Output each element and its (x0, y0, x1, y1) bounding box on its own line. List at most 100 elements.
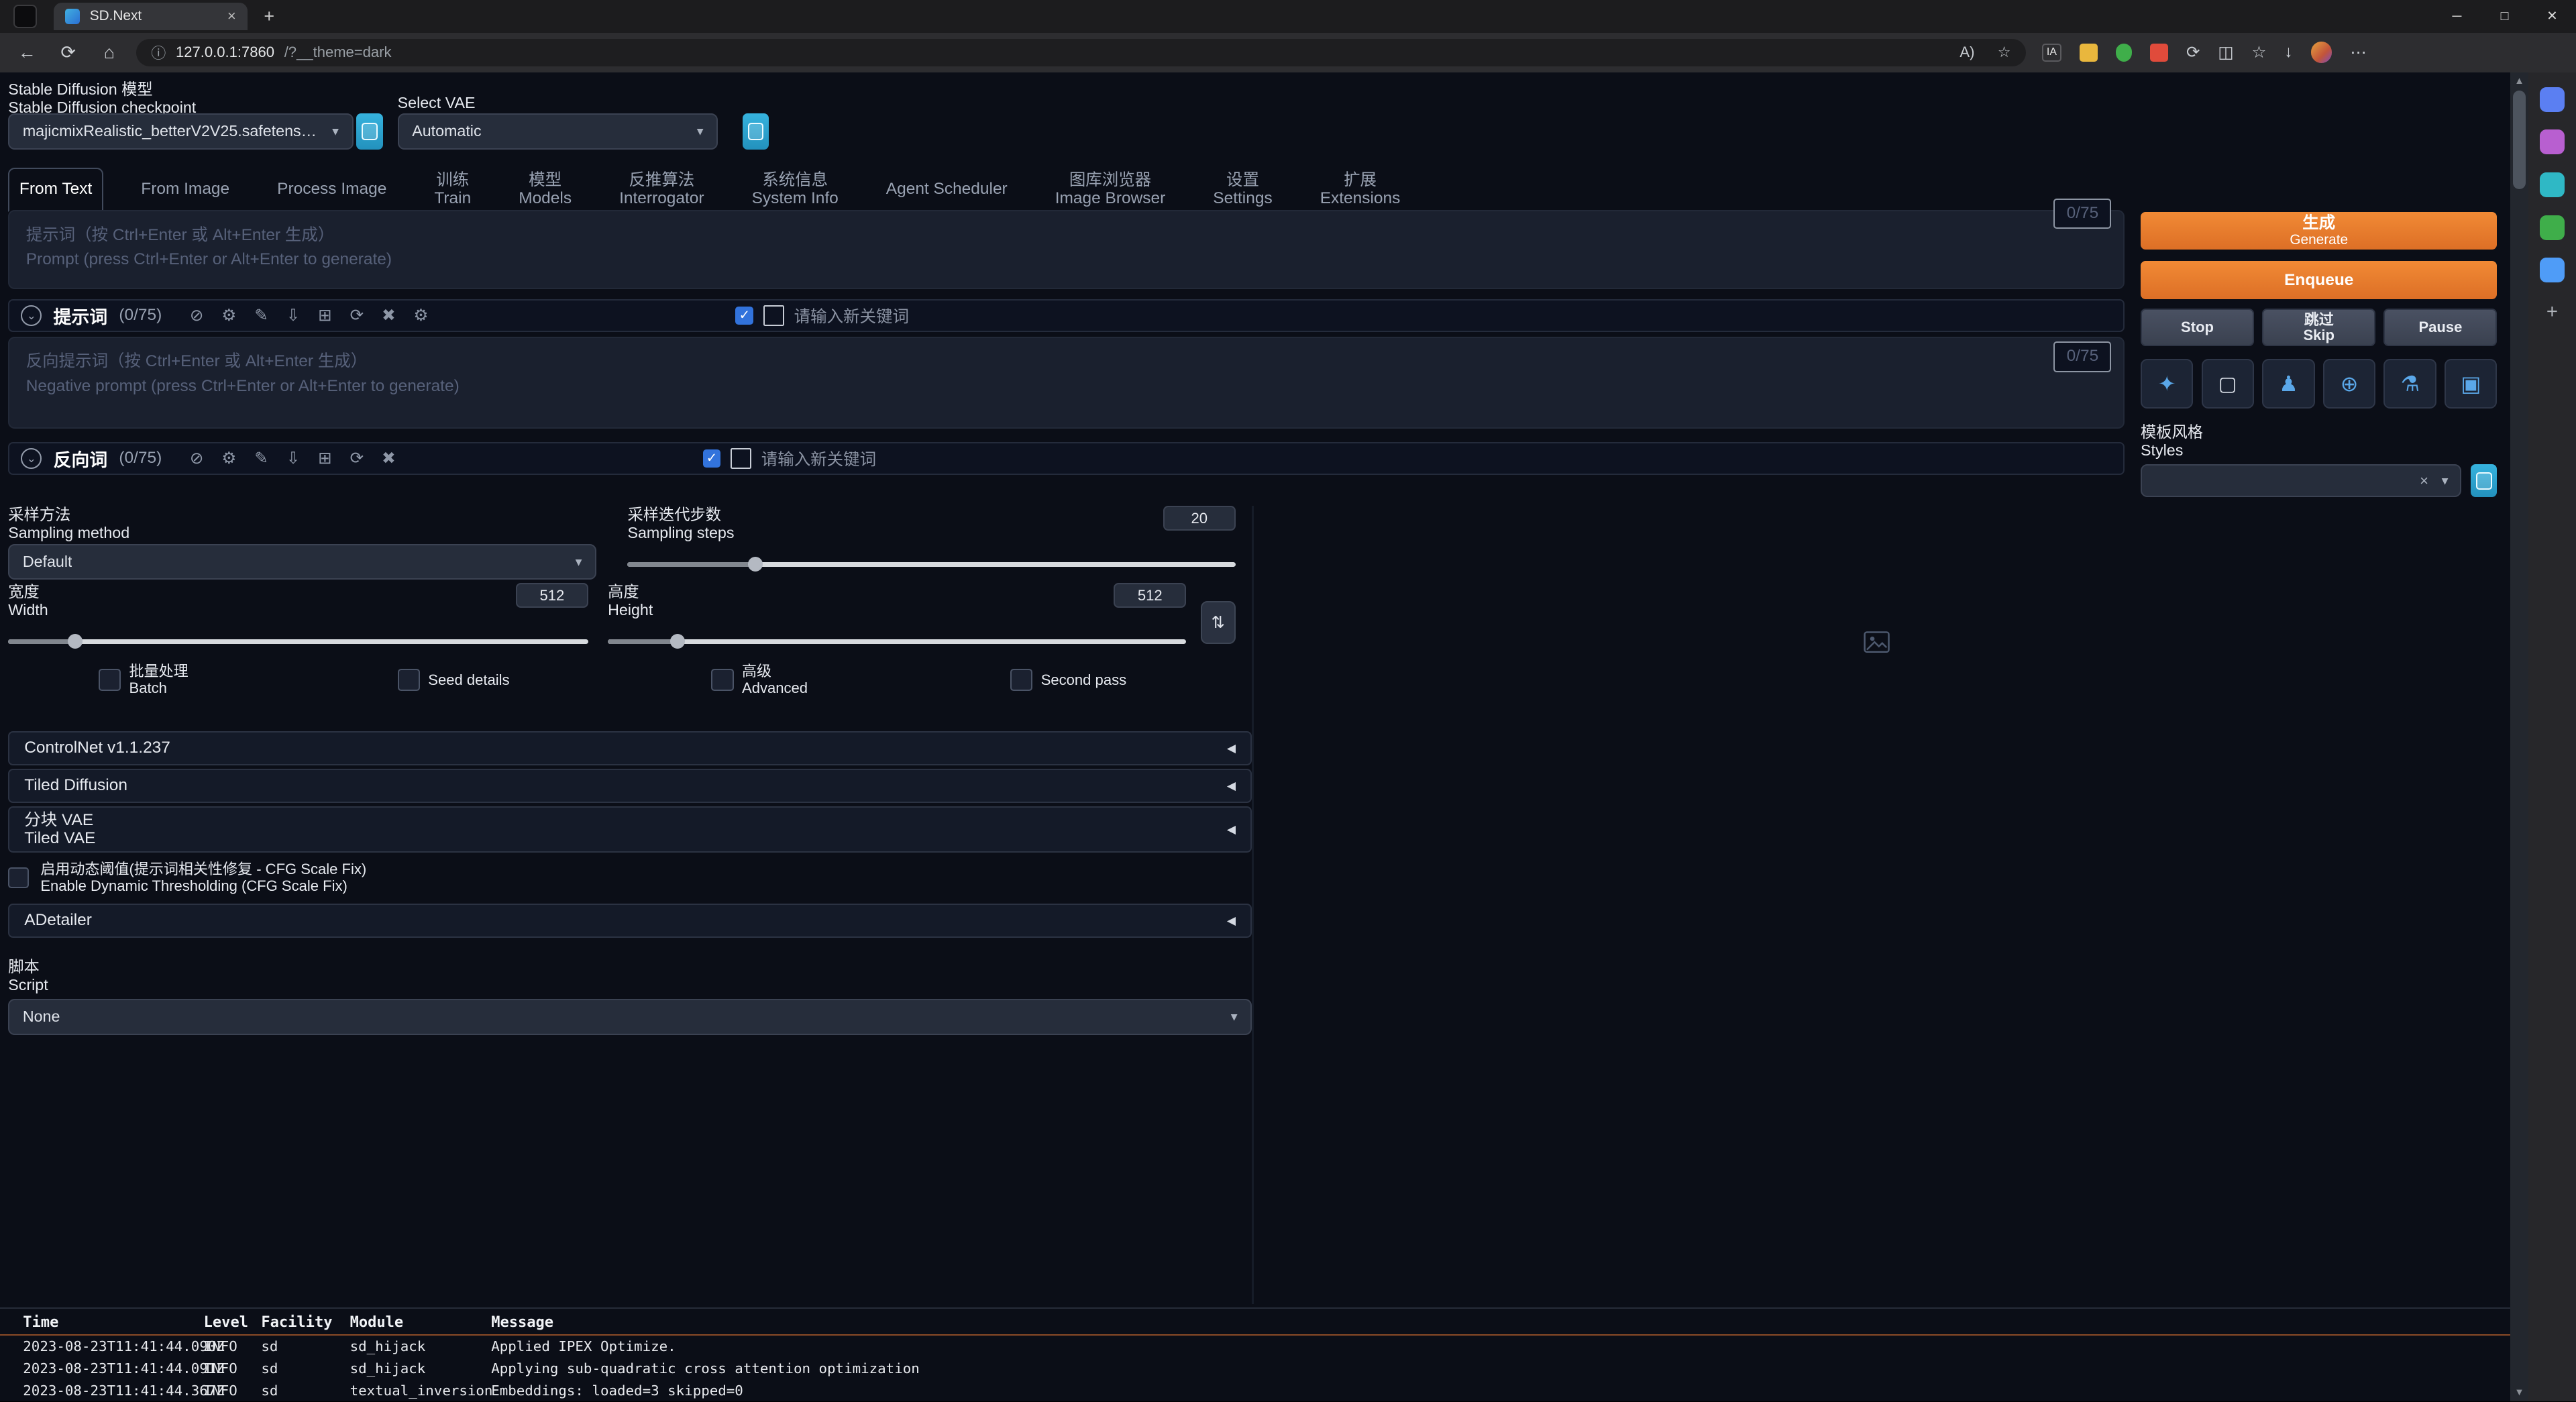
browser-tab[interactable]: SD.Next × (54, 3, 248, 31)
second-pass-checkbox[interactable]: Second pass (1010, 665, 1126, 695)
tab-image-browser[interactable]: 图库浏览器Image Browser (1045, 168, 1175, 212)
refresh-icon[interactable]: ⟳ (350, 305, 364, 325)
gear-icon[interactable]: ⚙ (221, 448, 236, 468)
scroll-up-icon[interactable]: ▲ (2510, 76, 2528, 87)
edit-icon[interactable]: ✎ (254, 448, 268, 468)
tab-system-info[interactable]: 系统信息System Info (742, 168, 849, 212)
height-slider[interactable] (608, 639, 1186, 644)
home-icon[interactable]: ⌂ (89, 42, 129, 63)
checkbox-icon[interactable] (99, 669, 121, 691)
pause-button[interactable]: Pause (2383, 309, 2497, 345)
tab-process-image[interactable]: Process Image (267, 168, 396, 212)
styles-select[interactable]: × ▾ (2141, 464, 2461, 497)
slider-handle[interactable] (68, 634, 83, 649)
image-icon[interactable]: ▣ (2445, 359, 2497, 408)
sync-icon[interactable]: ⟳ (2186, 42, 2200, 62)
enqueue-button[interactable]: Enqueue (2141, 261, 2497, 299)
stop-button[interactable]: Stop (2141, 309, 2254, 345)
extension-red-icon[interactable] (2150, 44, 2168, 62)
profile-avatar[interactable] (2311, 42, 2332, 63)
accordion-tiled-vae[interactable]: 分块 VAETiled VAE ◀ (8, 806, 1252, 853)
keyword-placeholder[interactable]: 请输入新关键词 (794, 304, 909, 327)
extension-ia-icon[interactable]: IA (2042, 44, 2061, 62)
tab-settings[interactable]: 设置Settings (1203, 168, 1283, 212)
width-slider[interactable] (8, 639, 588, 644)
tab-extensions[interactable]: 扩展Extensions (1310, 168, 1410, 212)
sidebar-app-3-icon[interactable] (2540, 172, 2565, 197)
vae-select[interactable]: Automatic ▾ (398, 113, 718, 150)
refresh-icon[interactable]: ⟳ (350, 448, 364, 468)
advanced-checkbox[interactable]: 高级Advanced (711, 665, 808, 695)
circle-slash-icon[interactable]: ⊘ (190, 305, 204, 325)
checkbox-icon[interactable] (711, 669, 733, 691)
cfg-fix-checkbox[interactable]: 启用动态阈值(提示词相关性修复 - CFG Scale Fix)Enable D… (8, 861, 1252, 895)
address-bar[interactable]: ⓘ 127.0.0.1:7860 /?__theme=dark A) ☆ (136, 39, 2025, 67)
download-icon[interactable]: ⇩ (286, 448, 301, 468)
favorites-bar-icon[interactable]: ☆ (2251, 42, 2266, 62)
seed-details-checkbox[interactable]: Seed details (398, 665, 510, 695)
sidebar-app-1-icon[interactable] (2540, 87, 2565, 112)
sidebar-app-5-icon[interactable] (2540, 258, 2565, 282)
keyword-placeholder[interactable]: 请输入新关键词 (761, 447, 876, 470)
scroll-down-icon[interactable]: ▼ (2510, 1387, 2528, 1398)
download-icon[interactable]: ⇩ (286, 305, 301, 325)
grid-icon[interactable]: ⊞ (318, 305, 332, 325)
clear-icon[interactable]: ✖ (382, 448, 396, 468)
flask-icon[interactable]: ⚗ (2383, 359, 2436, 408)
skip-button[interactable]: 跳过Skip (2262, 309, 2375, 345)
slider-handle[interactable] (670, 634, 685, 649)
more-menu-icon[interactable]: ⋯ (2350, 42, 2366, 62)
new-tab-button[interactable]: + (264, 6, 274, 27)
grid-icon[interactable]: ⊞ (318, 448, 332, 468)
checkpoint-select[interactable]: majicmixRealistic_betterV2V25.safetensor… (8, 113, 353, 150)
keyword-checkbox[interactable]: ✓ (703, 449, 721, 468)
downloads-icon[interactable]: ↓ (2284, 43, 2292, 62)
tab-from-text[interactable]: From Text (8, 168, 103, 212)
tab-from-image[interactable]: From Image (131, 168, 239, 212)
split-screen-icon[interactable]: ◫ (2218, 42, 2233, 62)
favorite-star-icon[interactable]: ☆ (1998, 44, 2011, 61)
width-value[interactable]: 512 (516, 583, 588, 608)
sidebar-app-4-icon[interactable] (2540, 215, 2565, 240)
tab-train[interactable]: 训练Train (425, 168, 481, 212)
batch-checkbox[interactable]: 批量处理Batch (99, 665, 189, 695)
checkbox-icon[interactable] (8, 867, 29, 888)
checkbox-icon[interactable] (1010, 669, 1032, 691)
site-info-icon[interactable]: ⓘ (151, 42, 166, 63)
circle-slash-icon[interactable]: ⊘ (190, 448, 204, 468)
accordion-adetailer[interactable]: ADetailer ◀ (8, 904, 1252, 938)
read-aloud-icon[interactable]: A) (1960, 44, 1974, 61)
refresh-styles-button[interactable] (2471, 464, 2497, 497)
close-icon[interactable]: ✕ (2528, 0, 2576, 33)
sidebar-add-icon[interactable]: + (2546, 301, 2558, 323)
prompt-input[interactable]: 提示词（按 Ctrl+Enter 或 Alt+Enter 生成） Prompt … (8, 210, 2124, 289)
chevron-down-icon[interactable]: ⌄ (21, 448, 42, 469)
tab-close-icon[interactable]: × (227, 7, 236, 25)
palette-icon[interactable]: ✦ (2141, 359, 2193, 408)
globe-icon[interactable]: ⊕ (2323, 359, 2375, 408)
sampling-method-select[interactable]: Default ▾ (8, 544, 596, 580)
frame-icon[interactable]: ▢ (2202, 359, 2254, 408)
swap-dimensions-button[interactable]: ⇅ (1201, 601, 1235, 644)
refresh-vae-button[interactable] (743, 113, 769, 150)
refresh-icon[interactable]: ⟳ (48, 42, 89, 63)
chevron-down-icon[interactable]: ⌄ (21, 305, 42, 326)
tab-interrogator[interactable]: 反推算法Interrogator (609, 168, 714, 212)
settings-icon[interactable]: ⚙ (414, 305, 429, 325)
sampling-steps-slider[interactable] (627, 562, 1235, 567)
back-icon[interactable]: ← (7, 42, 48, 63)
script-select[interactable]: None ▾ (8, 999, 1252, 1035)
tab-models[interactable]: 模型Models (509, 168, 582, 212)
height-value[interactable]: 512 (1114, 583, 1186, 608)
edit-icon[interactable]: ✎ (254, 305, 268, 325)
keyword-box-icon[interactable] (763, 305, 784, 326)
clear-icon[interactable]: ✖ (382, 305, 396, 325)
clear-icon[interactable]: × (2420, 472, 2428, 490)
gear-icon[interactable]: ⚙ (221, 305, 236, 325)
maximize-icon[interactable]: □ (2481, 0, 2528, 33)
adblock-shield-icon[interactable] (2116, 44, 2132, 62)
accordion-controlnet[interactable]: ControlNet v1.1.237 ◀ (8, 731, 1252, 765)
extension-yellow-icon[interactable] (2080, 44, 2098, 62)
minimize-icon[interactable]: ─ (2433, 0, 2481, 33)
tab-agent-scheduler[interactable]: Agent Scheduler (876, 168, 1017, 212)
